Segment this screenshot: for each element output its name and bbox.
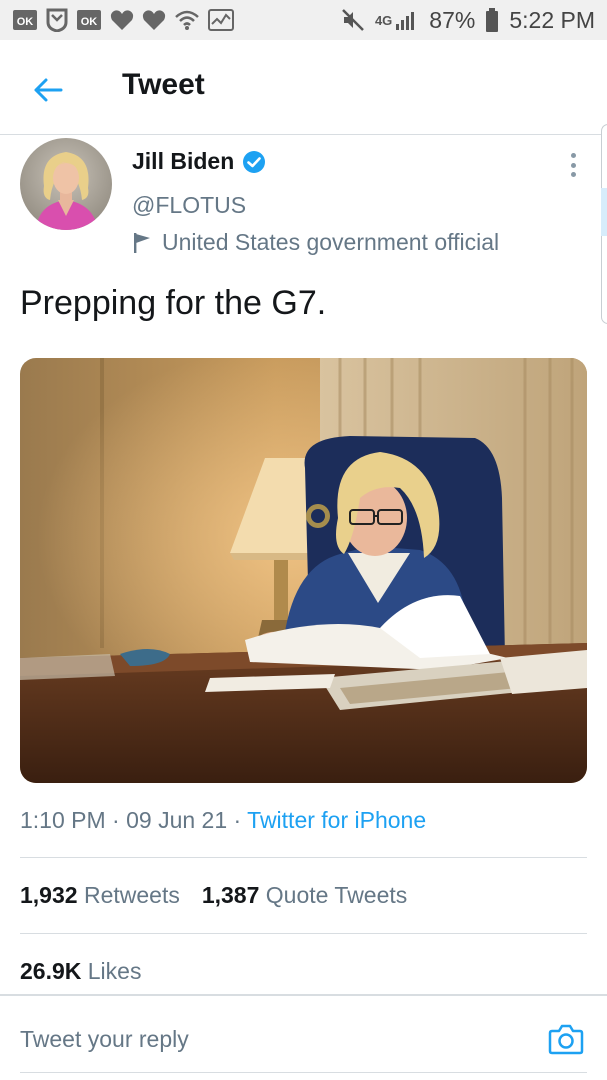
- quote-tweets-count: 1,387: [201, 882, 260, 908]
- system-status: 4G 87% 5:22 PM: [341, 7, 595, 34]
- camera-button[interactable]: [548, 1021, 584, 1057]
- tweet-date: 09 Jun 21: [126, 807, 228, 833]
- signal-4g-icon: 4G: [375, 9, 419, 31]
- flag-icon: [134, 232, 150, 253]
- back-arrow-icon: [34, 78, 63, 102]
- mute-icon: [341, 8, 365, 32]
- reply-input[interactable]: Tweet your reply: [20, 1026, 189, 1053]
- tweet-source-link[interactable]: Twitter for iPhone: [247, 807, 426, 833]
- quote-tweets-stat[interactable]: 1,387 Quote Tweets: [202, 882, 407, 909]
- shield-mail-icon: [46, 8, 68, 32]
- more-dot-icon: [570, 153, 576, 158]
- tweet-time: 1:10 PM: [20, 807, 106, 833]
- clock: 5:22 PM: [509, 6, 595, 33]
- divider: [20, 933, 587, 934]
- notification-icons: OK OK: [12, 8, 234, 32]
- retweets-label: Retweets: [83, 882, 180, 908]
- meta-separator: ·: [112, 807, 127, 833]
- page-title: Tweet: [122, 68, 205, 101]
- more-dot-icon: [570, 162, 576, 168]
- more-dot-icon: [570, 172, 576, 177]
- tweet-text: Prepping for the G7.: [20, 284, 327, 322]
- heart-icon-2: [142, 9, 166, 31]
- battery-percent: 87%: [429, 6, 476, 33]
- network-type: 4G: [374, 12, 393, 28]
- meta-separator: ·: [233, 807, 248, 833]
- retweets-stat[interactable]: 1,932 Retweets: [20, 882, 180, 909]
- camera-icon: [548, 1024, 584, 1055]
- likes-stat[interactable]: 26.9K Likes: [20, 958, 141, 985]
- tweet-meta: 1:10 PM · 09 Jun 21 · Twitter for iPhone: [20, 807, 426, 834]
- author-name-text: Jill Biden: [132, 148, 235, 174]
- author-handle[interactable]: @FLOTUS: [132, 192, 246, 219]
- tweet-stats: 1,932 Retweets 1,387 Quote Tweets: [20, 882, 407, 909]
- government-label-text: United States government official: [162, 229, 500, 255]
- wifi-icon: [174, 9, 200, 31]
- activity-icon: [208, 9, 234, 31]
- side-panel-accent: [601, 188, 607, 236]
- author-name[interactable]: Jill Biden: [132, 148, 266, 175]
- likes-label: Likes: [87, 958, 142, 984]
- svg-text:OK: OK: [81, 16, 98, 28]
- tweet-photo[interactable]: [20, 358, 587, 783]
- app-header: Tweet: [0, 40, 607, 135]
- likes-count: 26.9K: [20, 958, 82, 984]
- battery-icon: [485, 8, 499, 32]
- ok-app-icon-2: OK: [76, 9, 102, 31]
- back-button[interactable]: [28, 70, 68, 110]
- quote-tweets-label: Quote Tweets: [265, 882, 408, 908]
- heart-icon: [110, 9, 134, 31]
- reply-underline: [20, 1072, 587, 1073]
- verified-badge-icon: [243, 150, 266, 173]
- retweets-count: 1,932: [20, 882, 78, 908]
- status-bar: OK OK 4G 87% 5:22 PM: [0, 0, 607, 40]
- avatar[interactable]: [20, 138, 112, 230]
- more-options-button[interactable]: [562, 150, 584, 180]
- reply-bar: Tweet your reply: [0, 994, 607, 1080]
- svg-text:OK: OK: [17, 16, 34, 28]
- ok-app-icon: OK: [12, 9, 38, 31]
- divider: [20, 857, 587, 858]
- government-label[interactable]: United States government official: [132, 229, 499, 256]
